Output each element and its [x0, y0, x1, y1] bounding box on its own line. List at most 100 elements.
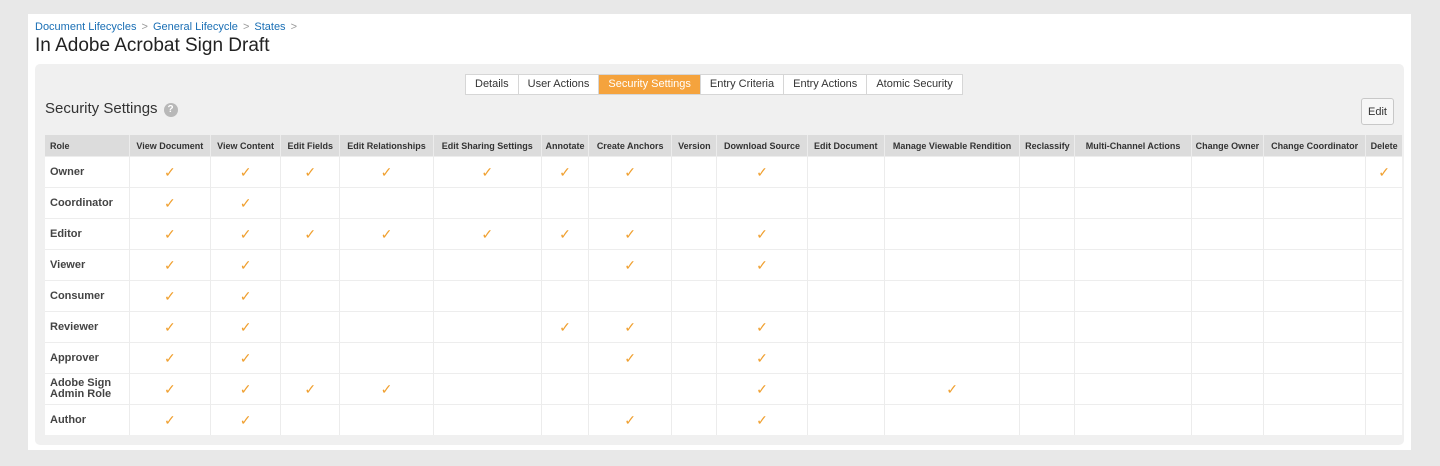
- permission-cell: ✓: [716, 404, 808, 435]
- permission-cell: [280, 280, 340, 312]
- checkmark-icon: ✓: [756, 349, 768, 366]
- permission-cell: ✓: [128, 342, 211, 374]
- permission-cell: [1190, 373, 1264, 405]
- breadcrumb-link-general-lifecycle[interactable]: General Lifecycle: [153, 21, 238, 33]
- permission-cell: ✓: [432, 218, 542, 250]
- permission-cell: [806, 218, 885, 250]
- permission-cell: [1019, 342, 1075, 374]
- permission-cell: [339, 404, 434, 435]
- permission-cell: ✓: [280, 373, 340, 405]
- permission-cell: ✓: [716, 342, 808, 374]
- tab-entry-criteria[interactable]: Entry Criteria: [701, 75, 785, 94]
- checkmark-icon: ✓: [304, 225, 317, 242]
- permission-cell: [280, 311, 340, 343]
- checkmark-icon: ✓: [624, 225, 637, 242]
- edit-button[interactable]: Edit: [1361, 98, 1394, 125]
- permission-cell: [1074, 156, 1192, 188]
- checkmark-icon: ✓: [481, 225, 494, 242]
- permission-cell: ✓: [128, 280, 211, 312]
- tab-security-settings[interactable]: Security Settings: [599, 75, 701, 94]
- checkmark-icon: ✓: [304, 163, 317, 180]
- column-header-download-source: Download Source: [716, 135, 808, 157]
- permission-cell: ✓: [209, 156, 281, 188]
- permission-cell: [806, 311, 885, 343]
- permission-cell: [1262, 342, 1366, 374]
- permission-cell: [671, 218, 717, 250]
- permission-cell: [280, 342, 340, 374]
- permission-cell: [806, 280, 885, 312]
- help-icon[interactable]: ?: [163, 103, 178, 117]
- permission-cell: [1074, 404, 1192, 435]
- role-name: Coordinator: [45, 187, 130, 219]
- permission-cell: [432, 311, 542, 343]
- permission-cell: [806, 404, 885, 435]
- checkmark-icon: ✓: [239, 287, 252, 304]
- breadcrumb-link-states[interactable]: States: [254, 21, 285, 33]
- checkmark-icon: ✓: [756, 256, 768, 273]
- permission-cell: [540, 249, 589, 281]
- permission-cell: ✓: [339, 156, 434, 188]
- checkmark-icon: ✓: [163, 349, 176, 366]
- permission-cell: [883, 218, 1020, 250]
- permission-cell: [540, 280, 589, 312]
- checkmark-icon: ✓: [756, 225, 768, 242]
- checkmark-icon: ✓: [239, 225, 252, 242]
- permission-cell: [1365, 218, 1402, 250]
- tab-entry-actions[interactable]: Entry Actions: [784, 75, 868, 94]
- role-name: Owner: [45, 156, 130, 188]
- permission-cell: [1262, 311, 1366, 343]
- column-header-annotate: Annotate: [540, 135, 589, 157]
- permission-cell: [339, 280, 434, 312]
- breadcrumb-separator: >: [242, 21, 250, 33]
- permission-cell: [883, 187, 1020, 219]
- permission-cell: [883, 156, 1020, 188]
- permission-cell: [671, 280, 717, 312]
- permission-cell: [1365, 187, 1402, 219]
- permission-cell: ✓: [588, 249, 672, 281]
- checkmark-icon: ✓: [380, 225, 393, 242]
- permission-cell: [540, 373, 589, 405]
- permission-cell: [671, 373, 717, 405]
- breadcrumb-link-document-lifecycles[interactable]: Document Lifecycles: [35, 21, 137, 33]
- permission-cell: ✓: [540, 156, 589, 188]
- permission-cell: [588, 280, 672, 312]
- tab-bar: Details User Actions Security Settings E…: [465, 74, 963, 95]
- permission-cell: [671, 156, 717, 188]
- permission-cell: [432, 373, 542, 405]
- checkmark-icon: ✓: [239, 163, 252, 180]
- role-name: Author: [45, 404, 130, 435]
- checkmark-icon: ✓: [163, 380, 176, 397]
- tab-details[interactable]: Details: [466, 75, 519, 94]
- permission-cell: [1074, 187, 1192, 219]
- tab-user-actions[interactable]: User Actions: [519, 75, 600, 94]
- column-header-delete: Delete: [1365, 135, 1402, 157]
- permission-cell: [1019, 404, 1075, 435]
- checkmark-icon: ✓: [380, 380, 393, 397]
- checkmark-icon: ✓: [239, 318, 252, 335]
- checkmark-icon: ✓: [624, 256, 637, 273]
- permission-cell: [1190, 156, 1264, 188]
- permission-cell: ✓: [209, 404, 281, 435]
- permission-cell: ✓: [128, 156, 211, 188]
- checkmark-icon: ✓: [163, 256, 176, 273]
- permission-cell: ✓: [128, 187, 211, 219]
- checkmark-icon: ✓: [163, 287, 176, 304]
- checkmark-icon: ✓: [1378, 163, 1390, 180]
- security-settings-table: Role View Document View Content Edit Fields…: [45, 135, 1402, 435]
- permission-cell: ✓: [128, 404, 211, 435]
- permission-cell: [280, 187, 340, 219]
- permission-cell: ✓: [588, 156, 672, 188]
- checkmark-icon: ✓: [304, 380, 317, 397]
- permission-cell: [1365, 342, 1402, 374]
- checkmark-icon: ✓: [624, 349, 637, 366]
- permission-cell: [540, 187, 589, 219]
- column-header-view-document: View Document: [128, 135, 211, 157]
- column-header-reclassify: Reclassify: [1019, 135, 1075, 157]
- permission-cell: [1019, 218, 1075, 250]
- permission-cell: ✓: [716, 373, 808, 405]
- permission-cell: [1074, 280, 1192, 312]
- permission-cell: [432, 404, 542, 435]
- permission-cell: ✓: [588, 342, 672, 374]
- permission-cell: ✓: [280, 156, 340, 188]
- tab-atomic-security[interactable]: Atomic Security: [867, 75, 961, 94]
